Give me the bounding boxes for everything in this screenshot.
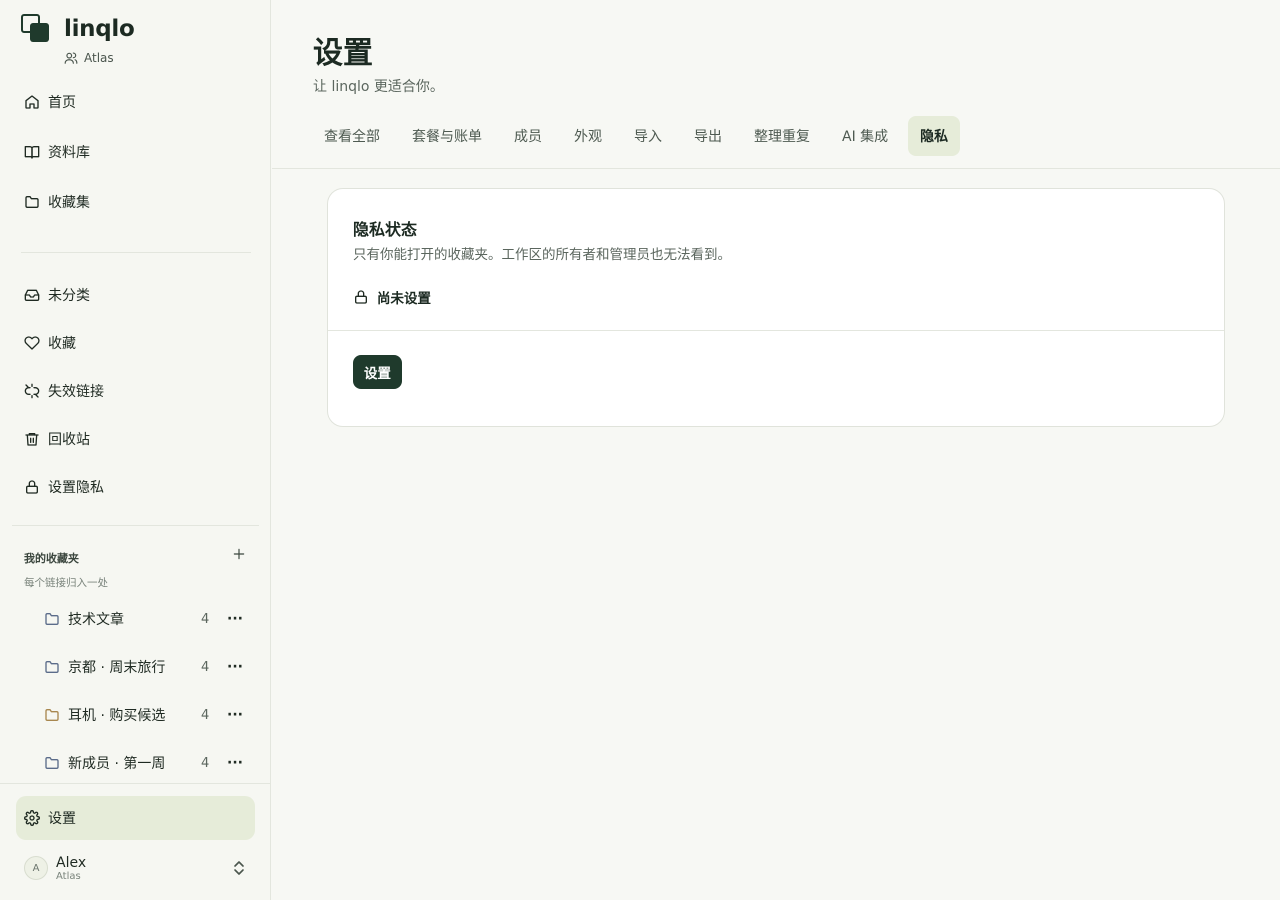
card-divider bbox=[328, 330, 1224, 331]
brand-name: linqlo bbox=[64, 16, 135, 42]
sidebar-divider bbox=[12, 525, 259, 526]
folder-label: 耳机 · 购买候选 bbox=[68, 708, 166, 724]
folder-icon bbox=[44, 611, 60, 627]
folder-label: 新成员 · 第一周 bbox=[68, 756, 166, 772]
tab-privacy[interactable]: 隐私 bbox=[908, 116, 961, 156]
setup-button[interactable]: 设置 bbox=[353, 355, 402, 389]
sidebar-item-library[interactable]: 资料库 bbox=[16, 134, 255, 170]
tab-ai-integration[interactable]: AI 集成 bbox=[830, 116, 900, 156]
sidebar-item-label: 收藏集 bbox=[48, 195, 90, 211]
user-workspace: Atlas bbox=[56, 870, 81, 882]
tab-plans-billing[interactable]: 套餐与账单 bbox=[400, 116, 494, 156]
heart-icon bbox=[24, 335, 40, 351]
privacy-status: 尚未设置 bbox=[353, 287, 431, 307]
home-icon bbox=[24, 94, 40, 110]
tabs-divider bbox=[272, 168, 1280, 169]
more-options-icon[interactable]: ··· bbox=[224, 656, 246, 678]
trash-icon bbox=[24, 431, 40, 447]
chevron-up-down-icon[interactable] bbox=[232, 859, 246, 877]
sidebar-item-home[interactable]: 首页 bbox=[16, 84, 255, 120]
sidebar-item-settings[interactable]: 设置 bbox=[16, 796, 255, 840]
folder-count: 4 bbox=[201, 755, 210, 771]
add-folder-button[interactable] bbox=[229, 544, 249, 564]
inbox-icon bbox=[24, 287, 40, 303]
tab-appearance[interactable]: 外观 bbox=[562, 116, 614, 156]
sidebar-item-label: 未分类 bbox=[48, 288, 90, 304]
more-options-icon[interactable]: ··· bbox=[224, 704, 246, 726]
sidebar-item-label: 收藏 bbox=[48, 336, 76, 352]
users-icon bbox=[64, 52, 78, 64]
sidebar-item-label: 回收站 bbox=[48, 432, 90, 448]
folder-item[interactable]: 新成员 · 第一周 4 ··· bbox=[36, 745, 256, 781]
workspace-name: Atlas bbox=[84, 51, 114, 65]
favorites-title: 我的收藏夹 bbox=[24, 552, 79, 565]
settings-tabs: 查看全部 套餐与账单 成员 外观 导入 导出 整理重复 AI 集成 隐私 bbox=[312, 116, 968, 156]
sidebar-item-label: 失效链接 bbox=[48, 384, 104, 400]
sidebar-item-label: 设置隐私 bbox=[48, 480, 104, 496]
folder-label: 京都 · 周末旅行 bbox=[68, 660, 166, 676]
sidebar-divider bbox=[0, 783, 271, 784]
folder-item[interactable]: 耳机 · 购买候选 4 ··· bbox=[36, 697, 256, 733]
folder-count: 4 bbox=[201, 707, 210, 723]
user-menu[interactable]: A Alex Atlas bbox=[24, 852, 254, 884]
page-title: 设置 bbox=[313, 36, 373, 71]
linqlo-logo-icon bbox=[21, 14, 51, 44]
folder-icon bbox=[44, 755, 60, 771]
sidebar-item-trash[interactable]: 回收站 bbox=[16, 421, 255, 457]
folder-label: 技术文章 bbox=[68, 612, 124, 628]
broken-link-icon bbox=[24, 383, 40, 399]
workspace-switcher[interactable]: Atlas bbox=[64, 51, 114, 65]
sidebar-item-uncategorized[interactable]: 未分类 bbox=[16, 277, 255, 313]
more-options-icon[interactable]: ··· bbox=[224, 752, 246, 774]
status-text: 尚未设置 bbox=[377, 291, 431, 307]
sidebar-item-privacy[interactable]: 设置隐私 bbox=[16, 469, 255, 505]
favorites-subtitle: 每个链接归入一处 bbox=[24, 577, 108, 589]
tab-view-all[interactable]: 查看全部 bbox=[312, 116, 392, 156]
sidebar-item-label: 设置 bbox=[48, 811, 76, 827]
folder-item[interactable]: 京都 · 周末旅行 4 ··· bbox=[36, 649, 256, 685]
folder-icon bbox=[44, 707, 60, 723]
folder-icon bbox=[44, 659, 60, 675]
sidebar: linqlo Atlas 首页 资料库 收藏集 未分类 收藏 失效链接 回收站 … bbox=[0, 0, 271, 900]
lock-icon bbox=[24, 479, 40, 495]
folder-count: 4 bbox=[201, 611, 210, 627]
sidebar-divider bbox=[21, 252, 251, 253]
tab-export[interactable]: 导出 bbox=[682, 116, 734, 156]
lock-icon bbox=[355, 290, 367, 304]
tab-deduplicate[interactable]: 整理重复 bbox=[742, 116, 822, 156]
brand[interactable]: linqlo bbox=[21, 14, 135, 44]
sidebar-item-label: 首页 bbox=[48, 95, 76, 111]
main-content: 设置 让 linqlo 更适合你。 查看全部 套餐与账单 成员 外观 导入 导出… bbox=[272, 0, 1280, 900]
plus-icon bbox=[233, 548, 245, 560]
card-description: 只有你能打开的收藏夹。工作区的所有者和管理员也无法看到。 bbox=[353, 247, 731, 263]
folder-count: 4 bbox=[201, 659, 210, 675]
book-icon bbox=[24, 144, 40, 160]
tab-members[interactable]: 成员 bbox=[502, 116, 554, 156]
user-name: Alex bbox=[56, 854, 87, 871]
sidebar-item-label: 资料库 bbox=[48, 145, 90, 161]
sidebar-item-collections[interactable]: 收藏集 bbox=[16, 184, 255, 220]
folder-icon bbox=[24, 194, 40, 210]
more-options-icon[interactable]: ··· bbox=[224, 608, 246, 630]
sidebar-item-broken-links[interactable]: 失效链接 bbox=[16, 373, 255, 409]
tab-import[interactable]: 导入 bbox=[622, 116, 674, 156]
card-title: 隐私状态 bbox=[353, 220, 418, 239]
gear-icon bbox=[24, 810, 40, 826]
privacy-card: 隐私状态 只有你能打开的收藏夹。工作区的所有者和管理员也无法看到。 尚未设置 设… bbox=[327, 188, 1225, 427]
sidebar-item-favorites[interactable]: 收藏 bbox=[16, 325, 255, 361]
avatar: A bbox=[24, 856, 48, 880]
folder-item[interactable]: 技术文章 4 ··· bbox=[36, 601, 256, 637]
page-subtitle: 让 linqlo 更适合你。 bbox=[313, 79, 444, 95]
